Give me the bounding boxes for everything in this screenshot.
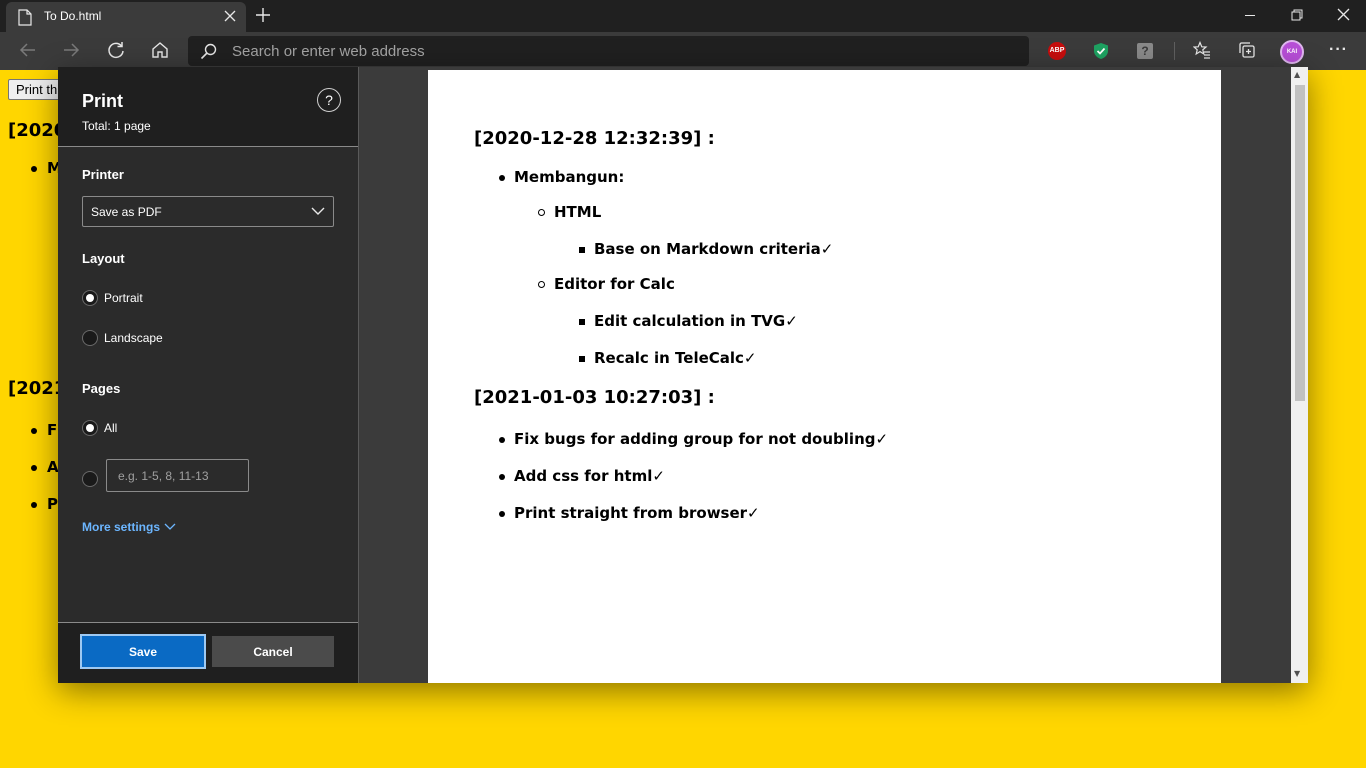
pages-custom-radio[interactable] <box>82 471 98 487</box>
bg-item-letter: A <box>47 458 59 476</box>
adblock-plus-icon[interactable]: ABP <box>1048 42 1066 60</box>
page-range-input[interactable] <box>106 459 249 492</box>
address-bar[interactable]: Search or enter web address <box>188 36 1029 66</box>
restore-icon[interactable] <box>1291 9 1303 21</box>
list-item: Editor for Calc <box>554 275 675 293</box>
list-item: HTML <box>554 203 602 221</box>
entry-timestamp: [2020-12-28 12:32:39] : <box>474 128 715 149</box>
print-dialog: Print Total: 1 page ? Printer Save as PD… <box>58 67 1308 683</box>
pages-label: Pages <box>82 381 121 396</box>
landscape-label: Landscape <box>104 331 163 345</box>
tab-bar: To Do.html <box>0 0 1366 32</box>
preview-scrollbar[interactable]: ▲ ▼ <box>1291 67 1308 683</box>
list-item: Add css for html✓ <box>514 467 665 485</box>
print-settings-panel: Print Total: 1 page ? Printer Save as PD… <box>58 67 359 683</box>
refresh-icon[interactable] <box>107 41 125 59</box>
scrollbar-thumb[interactable] <box>1295 85 1305 401</box>
search-icon <box>200 43 217 60</box>
bg-bullet <box>31 465 37 471</box>
toolbar-divider <box>1174 42 1175 60</box>
address-placeholder: Search or enter web address <box>232 43 425 60</box>
browser-tab[interactable]: To Do.html <box>6 2 246 32</box>
bg-item-letter: P <box>47 495 58 513</box>
window-close-icon[interactable] <box>1337 8 1350 21</box>
browser-toolbar: Search or enter web address ABP ? KAI ··… <box>0 32 1366 70</box>
printer-select[interactable]: Save as PDF <box>82 196 334 227</box>
bg-bullet <box>31 166 37 172</box>
printer-selected-value: Save as PDF <box>91 205 162 219</box>
page-icon <box>18 9 32 26</box>
forward-icon[interactable] <box>62 41 80 59</box>
scroll-down-icon[interactable]: ▼ <box>1294 669 1300 678</box>
new-tab-icon[interactable] <box>255 7 271 23</box>
bg-bullet <box>31 502 37 508</box>
close-tab-icon[interactable] <box>224 10 236 22</box>
save-button[interactable]: Save <box>80 634 206 669</box>
list-bullet <box>499 474 505 480</box>
list-bullet <box>538 209 545 216</box>
chevron-down-icon <box>311 207 325 215</box>
list-item: Print straight from browser✓ <box>514 504 760 522</box>
scroll-up-icon[interactable]: ▲ <box>1294 70 1300 79</box>
shield-extension-icon[interactable] <box>1092 42 1110 60</box>
preview-page: [2020-12-28 12:32:39] : Membangun: HTML … <box>428 70 1221 683</box>
list-item: Fix bugs for adding group for not doubli… <box>514 430 889 448</box>
list-item: Edit calculation in TVG✓ <box>594 312 798 330</box>
bg-bullet <box>31 428 37 434</box>
list-bullet <box>538 281 545 288</box>
print-actions: Save Cancel <box>58 622 358 683</box>
layout-label: Layout <box>82 251 125 266</box>
list-item: Base on Markdown criteria✓ <box>594 240 834 258</box>
chevron-down-icon <box>164 523 176 530</box>
help-icon[interactable]: ? <box>317 88 341 112</box>
profile-avatar[interactable]: KAI <box>1280 40 1304 64</box>
portrait-label: Portrait <box>104 291 143 305</box>
back-icon[interactable] <box>19 41 37 59</box>
collections-icon[interactable] <box>1238 41 1256 59</box>
list-bullet <box>579 356 585 362</box>
cancel-button[interactable]: Cancel <box>212 636 334 667</box>
entry-timestamp: [2021-01-03 10:27:03] : <box>474 387 715 408</box>
more-settings-label: More settings <box>82 520 161 534</box>
bg-item-letter: F <box>47 421 58 439</box>
minimize-icon[interactable] <box>1245 15 1255 16</box>
list-item: Recalc in TeleCalc✓ <box>594 349 757 367</box>
print-preview-area: [2020-12-28 12:32:39] : Membangun: HTML … <box>359 67 1308 683</box>
list-bullet <box>579 319 585 325</box>
favorites-icon[interactable] <box>1193 41 1211 59</box>
list-item: Membangun: <box>514 168 625 186</box>
printer-label: Printer <box>82 167 124 182</box>
list-bullet <box>499 437 505 443</box>
list-bullet <box>499 511 505 517</box>
pages-all-label: All <box>104 421 118 435</box>
print-title: Print <box>82 91 124 111</box>
portrait-radio[interactable] <box>82 290 98 306</box>
more-options-icon[interactable]: ··· <box>1329 41 1348 59</box>
list-bullet <box>579 247 585 253</box>
list-bullet <box>499 175 505 181</box>
page-total: Total: 1 page <box>82 119 151 133</box>
pages-all-radio[interactable] <box>82 420 98 436</box>
more-settings-link[interactable]: More settings <box>82 520 176 534</box>
home-icon[interactable] <box>151 41 169 59</box>
landscape-radio[interactable] <box>82 330 98 346</box>
print-header: Print Total: 1 page ? <box>58 67 358 147</box>
tab-title: To Do.html <box>44 9 102 23</box>
unknown-extension-icon[interactable]: ? <box>1137 43 1153 59</box>
